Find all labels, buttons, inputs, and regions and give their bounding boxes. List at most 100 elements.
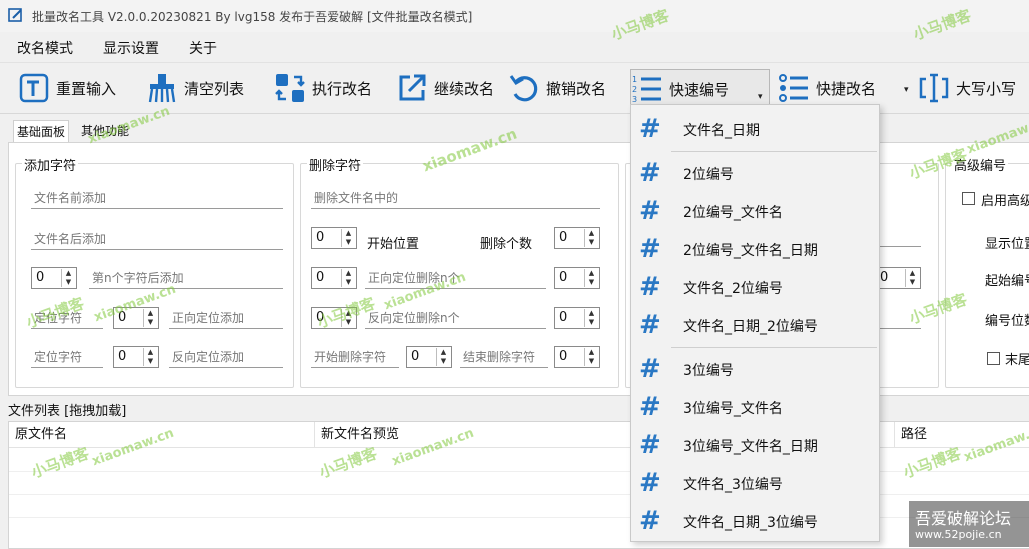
execute-rename-button[interactable]: 执行改名 [274, 69, 372, 107]
backward-delete-n-stepper[interactable]: 0 ▲ ▼ [554, 307, 600, 329]
quick-number-menu-label: 文件名_日期 [683, 123, 760, 139]
quick-number-menu-item[interactable]: #3位编号_文件名 [631, 389, 879, 425]
quick-number-menu-item[interactable]: #3位编号 [631, 351, 879, 387]
spinner-arrows-icon[interactable]: ▲ ▼ [905, 269, 919, 287]
spinner-arrows-icon[interactable]: ▲ ▼ [341, 229, 355, 247]
locate-char-forward-input[interactable]: 定位字符 [31, 307, 103, 329]
numbered-list-icon: 123 [632, 75, 661, 104]
spinner-arrows-icon[interactable]: ▲ ▼ [341, 309, 355, 327]
chevron-down-icon[interactable]: ▾ [758, 92, 763, 102]
bullet-list-icon [779, 74, 808, 102]
column-path[interactable]: 路径 [895, 422, 1029, 448]
quick-number-menu-label: 3位编号_文件名 [683, 401, 783, 417]
spinner-arrows-icon[interactable]: ▲ ▼ [584, 229, 598, 247]
hash-icon: # [639, 430, 661, 460]
backward-add-input[interactable]: 反向定位添加 [169, 346, 283, 368]
spinner-arrows-icon[interactable]: ▲ ▼ [341, 269, 355, 287]
end-delete-char-stepper[interactable]: 0 ▲ ▼ [554, 346, 600, 368]
numbering-input-2[interactable] [879, 307, 921, 329]
text-cursor-icon [919, 73, 949, 103]
case-convert-label: 大写小写 [956, 79, 1017, 98]
quick-rename-label: 快捷改名 [816, 79, 877, 98]
tail-checkbox[interactable] [987, 352, 1000, 365]
undo-rename-button[interactable]: 撤销改名 [508, 69, 606, 107]
quick-rename-button[interactable]: 快捷改名 [778, 69, 876, 107]
hash-icon: # [639, 310, 661, 340]
add-chars-title: 添加字符 [22, 155, 79, 174]
case-convert-button[interactable]: 大写小写 [918, 69, 1016, 107]
backward-delete-n-value: 0 [559, 310, 568, 325]
forward-delete-n-stepper[interactable]: 0 ▲ ▼ [554, 267, 600, 289]
locate-forward-stepper[interactable]: 0 ▲ ▼ [113, 307, 159, 329]
start-delete-char-input[interactable]: 开始删除字符 [311, 346, 399, 368]
quick-number-menu-item[interactable]: #3位编号_文件名_日期 [631, 427, 879, 463]
start-delete-char-value: 0 [411, 349, 420, 364]
svg-text:2: 2 [632, 85, 637, 94]
undo-rename-label: 撤销改名 [546, 79, 607, 98]
tab-basic-panel[interactable]: 基础面板 [13, 120, 70, 143]
menu-display-settings[interactable]: 显示设置 [103, 38, 159, 58]
number-digits-label: 编号位数 [985, 314, 1029, 329]
spinner-arrows-icon[interactable]: ▲ ▼ [584, 348, 598, 366]
file-list-label: 文件列表 [拖拽加载] [8, 404, 127, 419]
quick-number-menu-label: 3位编号_文件名_日期 [683, 439, 818, 455]
spinner-arrows-icon[interactable]: ▲ ▼ [143, 309, 157, 327]
menu-about[interactable]: 关于 [189, 38, 217, 58]
backward-delete-stepper[interactable]: 0 ▲ ▼ [311, 307, 357, 329]
quick-number-menu-item[interactable]: # 文件名_日期 [631, 111, 879, 147]
swap-icon [275, 74, 305, 102]
tail-label: 末尾 [1005, 353, 1029, 368]
quick-number-menu-label: 2位编号_文件名_日期 [683, 243, 818, 259]
tab-other-functions[interactable]: 其他功能 [78, 120, 132, 142]
quick-number-menu-item[interactable]: #2位编号_文件名_日期 [631, 231, 879, 267]
spinner-arrows-icon[interactable]: ▲ ▼ [61, 269, 75, 287]
hash-icon: # [639, 354, 661, 384]
undo-icon [509, 75, 538, 102]
continue-rename-button[interactable]: 继续改名 [396, 69, 494, 107]
nth-position-stepper[interactable]: 0 ▲ ▼ [31, 267, 77, 289]
numbering-stepper[interactable]: 0 ▲ ▼ [875, 267, 921, 289]
backward-delete-value: 0 [316, 310, 325, 325]
backward-delete-input[interactable]: 反向定位删除n个 [365, 307, 546, 329]
numbering-input[interactable] [879, 225, 921, 247]
external-link-icon [399, 74, 426, 101]
spinner-arrows-icon[interactable]: ▲ ▼ [143, 348, 157, 366]
quick-number-menu-item[interactable]: # 文件名_3位编号 [631, 465, 879, 501]
quick-number-button[interactable]: 123 快速编号 ▾ [630, 69, 770, 109]
spinner-arrows-icon[interactable]: ▲ ▼ [436, 348, 450, 366]
suffix-input[interactable]: 文件名后添加 [31, 228, 283, 250]
column-original-name[interactable]: 原文件名 [9, 422, 315, 448]
nth-insert-input[interactable]: 第n个字符后添加 [89, 267, 283, 289]
quick-number-menu-item[interactable]: #2位编号_文件名 [631, 193, 879, 229]
quick-number-menu-item[interactable]: # 文件名_2位编号 [631, 269, 879, 305]
forum-url: www.52pojie.cn [915, 528, 1002, 541]
delete-count-stepper[interactable]: 0 ▲ ▼ [554, 227, 600, 249]
quick-number-menu-item[interactable]: # 文件名_日期_2位编号 [631, 307, 879, 343]
enable-advanced-checkbox[interactable] [962, 192, 975, 205]
spinner-arrows-icon[interactable]: ▲ ▼ [584, 309, 598, 327]
forward-delete-input[interactable]: 正向定位删除n个 [365, 267, 546, 289]
reset-input-button[interactable]: 重置输入 [18, 69, 116, 107]
hash-icon: # [639, 196, 661, 226]
chevron-down-icon[interactable]: ▾ [904, 85, 909, 95]
forward-delete-stepper[interactable]: 0 ▲ ▼ [311, 267, 357, 289]
prefix-input[interactable]: 文件名前添加 [31, 187, 283, 209]
menu-rename-mode[interactable]: 改名模式 [17, 38, 73, 58]
clear-list-button[interactable]: 清空列表 [146, 69, 244, 107]
locate-char-backward-input[interactable]: 定位字符 [31, 346, 103, 368]
clear-list-label: 清空列表 [184, 79, 245, 98]
locate-backward-stepper[interactable]: 0 ▲ ▼ [113, 346, 159, 368]
spinner-arrows-icon[interactable]: ▲ ▼ [584, 269, 598, 287]
start-delete-char-stepper[interactable]: 0 ▲ ▼ [406, 346, 452, 368]
delete-in-name-input[interactable]: 删除文件名中的 [311, 187, 600, 209]
delete-count-label: 删除个数 [480, 237, 533, 252]
delete-start-stepper[interactable]: 0 ▲ ▼ [311, 227, 357, 249]
quick-number-menu-item[interactable]: #2位编号 [631, 155, 879, 191]
quick-number-menu-label: 2位编号_文件名 [683, 205, 783, 221]
quick-number-menu-item[interactable]: # 文件名_日期_3位编号 [631, 503, 879, 539]
svg-text:3: 3 [632, 95, 637, 104]
forward-add-input[interactable]: 正向定位添加 [169, 307, 283, 329]
title-bar: 批量改名工具 V2.0.0.20230821 By lvg158 发布于吾爱破解… [0, 0, 1029, 32]
end-delete-char-input[interactable]: 结束删除字符 [460, 346, 548, 368]
delete-chars-title: 删除字符 [307, 155, 364, 174]
